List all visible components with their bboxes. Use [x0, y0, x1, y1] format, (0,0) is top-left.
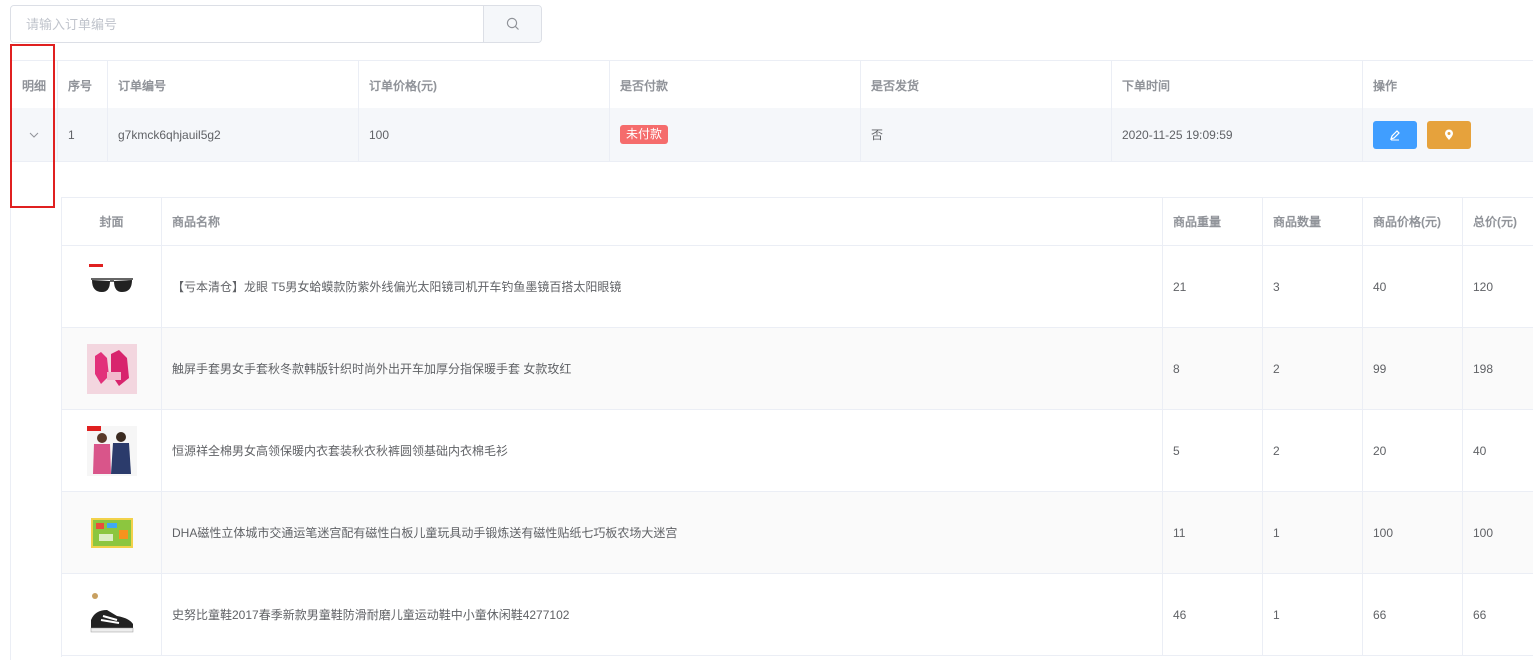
cover-cell — [62, 492, 162, 573]
col-header-unit-price: 商品价格(元) — [1363, 198, 1463, 245]
expand-toggle[interactable] — [11, 108, 58, 161]
product-name: DHA磁性立体城市交通运笔迷宫配有磁性白板儿童玩具动手锻炼送有磁性贴纸七巧板农场… — [162, 492, 1163, 573]
location-icon — [1445, 129, 1453, 140]
order-price: 100 — [359, 108, 610, 161]
product-weight: 5 — [1163, 410, 1263, 491]
product-price: 66 — [1363, 574, 1463, 655]
cover-cell — [62, 246, 162, 327]
underwear-image — [86, 425, 137, 476]
table-row: DHA磁性立体城市交通运笔迷宫配有磁性白板儿童玩具动手锻炼送有磁性贴纸七巧板农场… — [62, 492, 1533, 574]
maze-toy-image — [90, 517, 133, 548]
product-price: 40 — [1363, 246, 1463, 327]
col-header-cover: 封面 — [62, 198, 162, 245]
detail-table-header: 封面 商品名称 商品重量 商品数量 商品价格(元) 总价(元) — [62, 198, 1533, 246]
col-header-product-name: 商品名称 — [162, 198, 1163, 245]
product-name: 【亏本清仓】龙眼 T5男女蛤蟆款防紫外线偏光太阳镜司机开车钓鱼墨镜百搭太阳眼镜 — [162, 246, 1163, 327]
cover-cell — [62, 574, 162, 655]
shoes-image — [90, 592, 133, 632]
edit-icon — [1390, 129, 1400, 140]
product-weight: 8 — [1163, 328, 1263, 409]
shipped-status: 否 — [861, 108, 1112, 161]
row-index: 1 — [58, 108, 108, 161]
product-weight: 11 — [1163, 492, 1263, 573]
location-button[interactable] — [1427, 120, 1471, 149]
col-header-quantity: 商品数量 — [1263, 198, 1363, 245]
product-quantity: 2 — [1263, 328, 1363, 409]
paid-cell: 未付款 — [610, 108, 861, 161]
table-row: 触屏手套男女手套秋冬款韩版针织时尚外出开车加厚分指保暖手套 女款玫红 8 2 9… — [62, 328, 1533, 410]
product-quantity: 2 — [1263, 410, 1363, 491]
detail-table: 封面 商品名称 商品重量 商品数量 商品价格(元) 总价(元) 【亏本清仓】龙眼… — [61, 197, 1533, 657]
search-icon — [506, 17, 519, 30]
gloves-image — [86, 343, 137, 394]
order-number: g7kmck6qhjauil5g2 — [108, 108, 359, 161]
product-weight: 46 — [1163, 574, 1263, 655]
cover-cell — [62, 328, 162, 409]
table-row: 【亏本清仓】龙眼 T5男女蛤蟆款防紫外线偏光太阳镜司机开车钓鱼墨镜百搭太阳眼镜 … — [62, 246, 1533, 328]
product-total: 100 — [1473, 525, 1494, 540]
product-quantity: 3 — [1263, 246, 1363, 327]
product-name: 恒源祥全棉男女高领保暖内衣套装秋衣秋裤圆领基础内衣棉毛衫 — [162, 410, 1163, 491]
product-name: 史努比童鞋2017春季新款男童鞋防滑耐磨儿童运动鞋中小童休闲鞋4277102 — [162, 574, 1163, 655]
product-total: 198 — [1473, 361, 1494, 376]
product-name: 触屏手套男女手套秋冬款韩版针织时尚外出开车加厚分指保暖手套 女款玫红 — [162, 328, 1163, 409]
product-quantity: 1 — [1263, 492, 1363, 573]
col-header-detail: 明细 — [11, 61, 58, 109]
search-button[interactable] — [483, 6, 541, 42]
product-weight: 21 — [1163, 246, 1263, 327]
chevron-down-icon — [29, 132, 39, 138]
col-header-price: 订单价格(元) — [359, 61, 610, 109]
sunglasses-image — [88, 263, 133, 292]
product-price: 20 — [1363, 410, 1463, 491]
col-header-order-no: 订单编号 — [108, 61, 359, 109]
product-price: 100 — [1363, 492, 1463, 573]
product-quantity: 1 — [1263, 574, 1363, 655]
search-bar — [10, 5, 542, 43]
table-row: 1 g7kmck6qhjauil5g2 100 未付款 否 2020-11-25… — [11, 108, 1533, 162]
product-total: 66 — [1473, 607, 1487, 622]
actions-cell — [1363, 108, 1533, 161]
table-header: 明细 序号 订单编号 订单价格(元) 是否付款 是否发货 下单时间 操作 — [11, 60, 1533, 110]
product-total: 40 — [1473, 443, 1487, 458]
col-header-actions: 操作 — [1373, 78, 1398, 93]
col-header-index: 序号 — [58, 61, 108, 109]
product-price: 99 — [1363, 328, 1463, 409]
col-header-paid: 是否付款 — [610, 61, 861, 109]
col-header-time: 下单时间 — [1112, 61, 1363, 109]
table-row: 史努比童鞋2017春季新款男童鞋防滑耐磨儿童运动鞋中小童休闲鞋4277102 4… — [62, 574, 1533, 656]
cover-cell — [62, 410, 162, 491]
product-total: 120 — [1473, 279, 1494, 294]
search-input[interactable] — [11, 6, 483, 42]
col-header-shipped: 是否发货 — [861, 61, 1112, 109]
payment-status-badge: 未付款 — [620, 125, 669, 144]
order-time: 2020-11-25 19:09:59 — [1112, 108, 1363, 161]
table-row: 恒源祥全棉男女高领保暖内衣套装秋衣秋裤圆领基础内衣棉毛衫 5 2 20 40 — [62, 410, 1533, 492]
col-header-total: 总价(元) — [1473, 215, 1517, 229]
col-header-weight: 商品重量 — [1163, 198, 1263, 245]
edit-button[interactable] — [1373, 120, 1417, 149]
